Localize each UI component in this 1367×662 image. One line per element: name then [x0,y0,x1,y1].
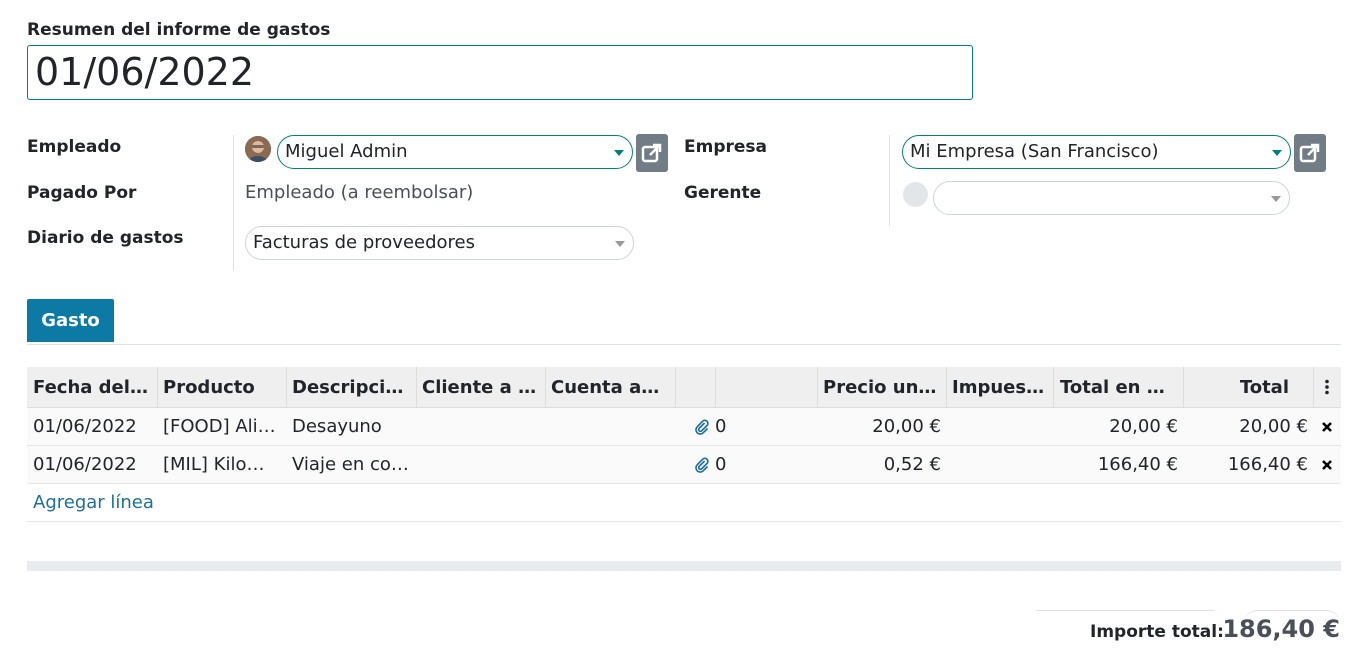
manager-avatar [903,182,928,207]
company-select[interactable]: Mi Empresa (San Francisco) [902,135,1291,169]
column-header-description[interactable]: Descripció… [286,367,417,407]
column-header-date[interactable]: Fecha del g… [27,367,158,407]
cell-description[interactable]: Viaje en coc… [286,446,417,483]
journal-value: Facturas de proveedores [253,232,475,253]
total-value: 186,40 € [1222,615,1340,643]
cell-date[interactable]: 01/06/2022 [27,408,158,445]
chevron-down-icon [1272,150,1282,156]
table-header-row: Fecha del g… Producto Descripció… Client… [27,367,1341,408]
column-options-button[interactable] [1313,367,1341,407]
add-line-row: Agregar línea [27,484,1341,522]
journal-select[interactable]: Facturas de proveedores [245,226,634,260]
chevron-down-icon [615,241,625,247]
cell-total-company[interactable]: 166,40 € [1054,446,1184,483]
column-header-product[interactable]: Producto [157,367,287,407]
cell-description[interactable]: Desayuno [286,408,417,445]
close-icon [1322,421,1332,432]
cell-total[interactable]: 166,40 € [1183,446,1314,483]
column-header-unit-price[interactable]: Precio unit… [817,367,947,407]
manager-select[interactable] [933,181,1290,215]
table-footer-bar [27,561,1341,571]
cell-product[interactable]: [MIL] Kilome… [157,446,287,483]
company-label: Empresa [684,137,767,157]
expense-lines-table: Fecha del g… Producto Descripció… Client… [27,367,1341,522]
column-header-analytic-account[interactable]: Cuenta an… [545,367,676,407]
cell-total[interactable]: 20,00 € [1183,408,1314,445]
external-link-icon [641,143,662,163]
tab-divider [27,344,1341,345]
journal-label: Diario de gastos [27,228,184,248]
chevron-down-icon [1271,196,1281,202]
column-header-total-company[interactable]: Total en m… [1054,367,1184,407]
cell-total-company[interactable]: 20,00 € [1054,408,1184,445]
employee-external-button[interactable] [636,134,668,172]
summary-label: Resumen del informe de gastos [27,20,331,40]
employee-select[interactable]: Miguel Admin [277,135,633,169]
table-row[interactable]: 01/06/2022 [MIL] Kilome… Viaje en coc… 0… [27,446,1341,484]
delete-row-button[interactable] [1313,408,1341,445]
cell-attachment-count: 0 [715,416,727,437]
column-header-blank[interactable] [715,367,818,407]
employee-avatar [245,136,271,162]
employee-label: Empleado [27,137,122,157]
cell-attachment-count: 0 [715,454,727,475]
close-icon [1322,459,1332,470]
manager-label: Gerente [684,183,762,203]
total-divider [1036,610,1214,611]
table-row[interactable]: 01/06/2022 [FOOD] Alim… Desayuno 0 20,00… [27,408,1341,446]
cell-product[interactable]: [FOOD] Alim… [157,408,287,445]
add-line-link[interactable]: Agregar línea [27,484,327,521]
column-header-total[interactable]: Total [1183,367,1314,407]
column-header-attachments[interactable] [675,367,716,407]
company-external-button[interactable] [1294,134,1326,172]
column-header-customer[interactable]: Cliente a re… [416,367,546,407]
left-separator [233,135,234,271]
delete-row-button[interactable] [1313,446,1341,483]
kebab-menu-icon [1325,379,1329,395]
paid-by-value: Empleado (a reembolsar) [245,182,474,203]
cell-unit-price[interactable]: 0,52 € [817,446,947,483]
tab-gasto[interactable]: Gasto [27,299,114,342]
right-separator [889,135,890,226]
column-header-taxes[interactable]: Impuest… [946,367,1054,407]
external-link-icon [1299,143,1320,163]
employee-value: Miguel Admin [285,141,408,162]
chevron-down-icon [614,150,624,156]
company-value: Mi Empresa (San Francisco) [910,141,1159,162]
summary-input[interactable]: 01/06/2022 [27,45,973,100]
cell-date[interactable]: 01/06/2022 [27,446,158,483]
paid-by-label: Pagado Por [27,183,137,203]
cell-unit-price[interactable]: 20,00 € [817,408,947,445]
total-label: Importe total: [1090,622,1224,642]
